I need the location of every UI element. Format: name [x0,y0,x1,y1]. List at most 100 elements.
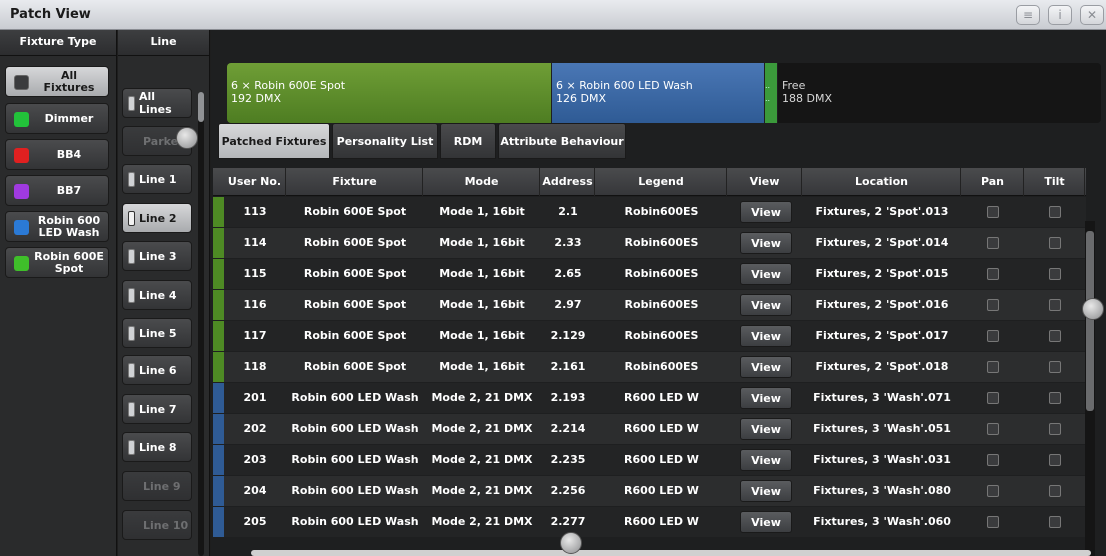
dmx-segment-wash[interactable]: 6 × Robin 600 LED Wash 126 DMX [552,63,764,123]
cell-address[interactable]: 2.161 [541,352,595,382]
cell-fixture[interactable]: Robin 600 LED Wash [287,507,423,537]
tilt-invert-checkbox[interactable] [1049,423,1061,435]
pan-invert-checkbox[interactable] [987,237,999,249]
cell-legend[interactable]: Robin600ES [596,290,727,320]
table-row[interactable]: 116 Robin 600E Spot Mode 1, 16bit 2.97 Robin… [213,290,1086,320]
column-header-pan-invert[interactable]: Pan Invert [962,168,1024,216]
tilt-invert-checkbox[interactable] [1049,299,1061,311]
cell-legend[interactable]: Robin600ES [596,228,727,258]
cell-fixture[interactable]: Robin 600E Spot [287,352,423,382]
line-line-1[interactable]: Line 1 [122,164,192,194]
table-row[interactable]: 205 Robin 600 LED Wash Mode 2, 21 DMX 2.277… [213,507,1086,537]
fixture-type-robin-600-led-wash[interactable]: Robin 600 LED Wash [5,211,109,242]
cell-mode[interactable]: Mode 1, 16bit [424,228,540,258]
table-scroll-knob[interactable] [1082,298,1104,320]
table-row[interactable]: 201 Robin 600 LED Wash Mode 2, 21 DMX 2.193… [213,383,1086,413]
tilt-invert-checkbox[interactable] [1049,361,1061,373]
cell-user-no[interactable]: 202 [224,414,286,444]
table-row[interactable]: 118 Robin 600E Spot Mode 1, 16bit 2.161 Robi… [213,352,1086,382]
tilt-invert-checkbox[interactable] [1049,206,1061,218]
cell-fixture[interactable]: Robin 600 LED Wash [287,445,423,475]
column-header-user-no[interactable]: User No. [224,168,286,196]
view-button[interactable]: View [740,480,792,502]
view-button[interactable]: View [740,449,792,471]
fixture-type-all-fixtures[interactable]: All Fixtures [5,66,109,97]
pan-invert-checkbox[interactable] [987,299,999,311]
cell-fixture[interactable]: Robin 600 LED Wash [287,476,423,506]
dmx-segment-spot[interactable]: 6 × Robin 600E Spot 192 DMX [227,63,551,123]
view-button[interactable]: View [740,263,792,285]
view-button[interactable]: View [740,418,792,440]
pan-invert-checkbox[interactable] [987,454,999,466]
cell-mode[interactable]: Mode 1, 16bit [424,259,540,289]
cell-legend[interactable]: R600 LED W [596,383,727,413]
tilt-invert-checkbox[interactable] [1049,237,1061,249]
cell-location[interactable]: Fixtures, 3 'Wash'.060 [803,507,961,537]
cell-address[interactable]: 2.214 [541,414,595,444]
pan-invert-checkbox[interactable] [987,206,999,218]
view-button[interactable]: View [740,387,792,409]
column-header-view[interactable]: View [728,168,802,196]
cell-location[interactable]: Fixtures, 2 'Spot'.013 [803,197,961,227]
cell-legend[interactable]: Robin600ES [596,352,727,382]
line-all-lines[interactable]: All Lines [122,88,192,118]
view-button[interactable]: View [740,356,792,378]
line-line-3[interactable]: Line 3 [122,241,192,271]
close-icon[interactable]: ✕ [1080,5,1104,25]
cell-user-no[interactable]: 205 [224,507,286,537]
tab-attribute-behaviour[interactable]: Attribute Behaviour [498,123,626,159]
dmx-segment-small[interactable]: .. .. [765,63,777,123]
view-button[interactable]: View [740,325,792,347]
tilt-invert-checkbox[interactable] [1049,330,1061,342]
cell-location[interactable]: Fixtures, 3 'Wash'.051 [803,414,961,444]
cell-user-no[interactable]: 115 [224,259,286,289]
cell-address[interactable]: 2.129 [541,321,595,351]
cell-fixture[interactable]: Robin 600E Spot [287,321,423,351]
pan-invert-checkbox[interactable] [987,392,999,404]
cell-address[interactable]: 2.256 [541,476,595,506]
cell-mode[interactable]: Mode 2, 21 DMX [424,445,540,475]
tilt-invert-checkbox[interactable] [1049,268,1061,280]
cell-mode[interactable]: Mode 1, 16bit [424,290,540,320]
column-header-location[interactable]: Location [803,168,961,196]
cell-user-no[interactable]: 201 [224,383,286,413]
table-row[interactable]: 113 Robin 600E Spot Mode 1, 16bit 2.1 Robin6… [213,197,1086,227]
cell-mode[interactable]: Mode 2, 21 DMX [424,383,540,413]
cell-fixture[interactable]: Robin 600E Spot [287,228,423,258]
fixture-type-dimmer[interactable]: Dimmer [5,103,109,134]
pan-invert-checkbox[interactable] [987,361,999,373]
fixture-type-bb4[interactable]: BB4 [5,139,109,170]
cell-legend[interactable]: Robin600ES [596,259,727,289]
view-button[interactable]: View [740,511,792,533]
line-line-6[interactable]: Line 6 [122,355,192,385]
tab-rdm[interactable]: RDM [440,123,496,159]
cell-user-no[interactable]: 114 [224,228,286,258]
cell-fixture[interactable]: Robin 600 LED Wash [287,383,423,413]
line-line-5[interactable]: Line 5 [122,318,192,348]
cell-fixture[interactable]: Robin 600E Spot [287,197,423,227]
table-row[interactable]: 204 Robin 600 LED Wash Mode 2, 21 DMX 2.256… [213,476,1086,506]
cell-user-no[interactable]: 118 [224,352,286,382]
tab-personality-list[interactable]: Personality List [332,123,438,159]
cell-location[interactable]: Fixtures, 2 'Spot'.016 [803,290,961,320]
table-scrollbar-thumb[interactable] [1086,231,1094,411]
line-scrollbar[interactable] [198,92,204,556]
cell-address[interactable]: 2.193 [541,383,595,413]
tilt-invert-checkbox[interactable] [1049,454,1061,466]
column-header-mode[interactable]: Mode [424,168,540,196]
line-line-7[interactable]: Line 7 [122,394,192,424]
line-line-8[interactable]: Line 8 [122,432,192,462]
column-header-legend[interactable]: Legend [596,168,727,196]
cell-legend[interactable]: R600 LED W [596,507,727,537]
pan-invert-checkbox[interactable] [987,516,999,528]
line-line-2[interactable]: Line 2 [122,203,192,233]
tilt-invert-checkbox[interactable] [1049,485,1061,497]
line-scroll-knob[interactable] [176,127,198,149]
cell-address[interactable]: 2.65 [541,259,595,289]
cell-address[interactable]: 2.33 [541,228,595,258]
cell-address[interactable]: 2.235 [541,445,595,475]
cell-legend[interactable]: R600 LED W [596,445,727,475]
cell-mode[interactable]: Mode 1, 16bit [424,197,540,227]
cell-address[interactable]: 2.97 [541,290,595,320]
view-button[interactable]: View [740,232,792,254]
